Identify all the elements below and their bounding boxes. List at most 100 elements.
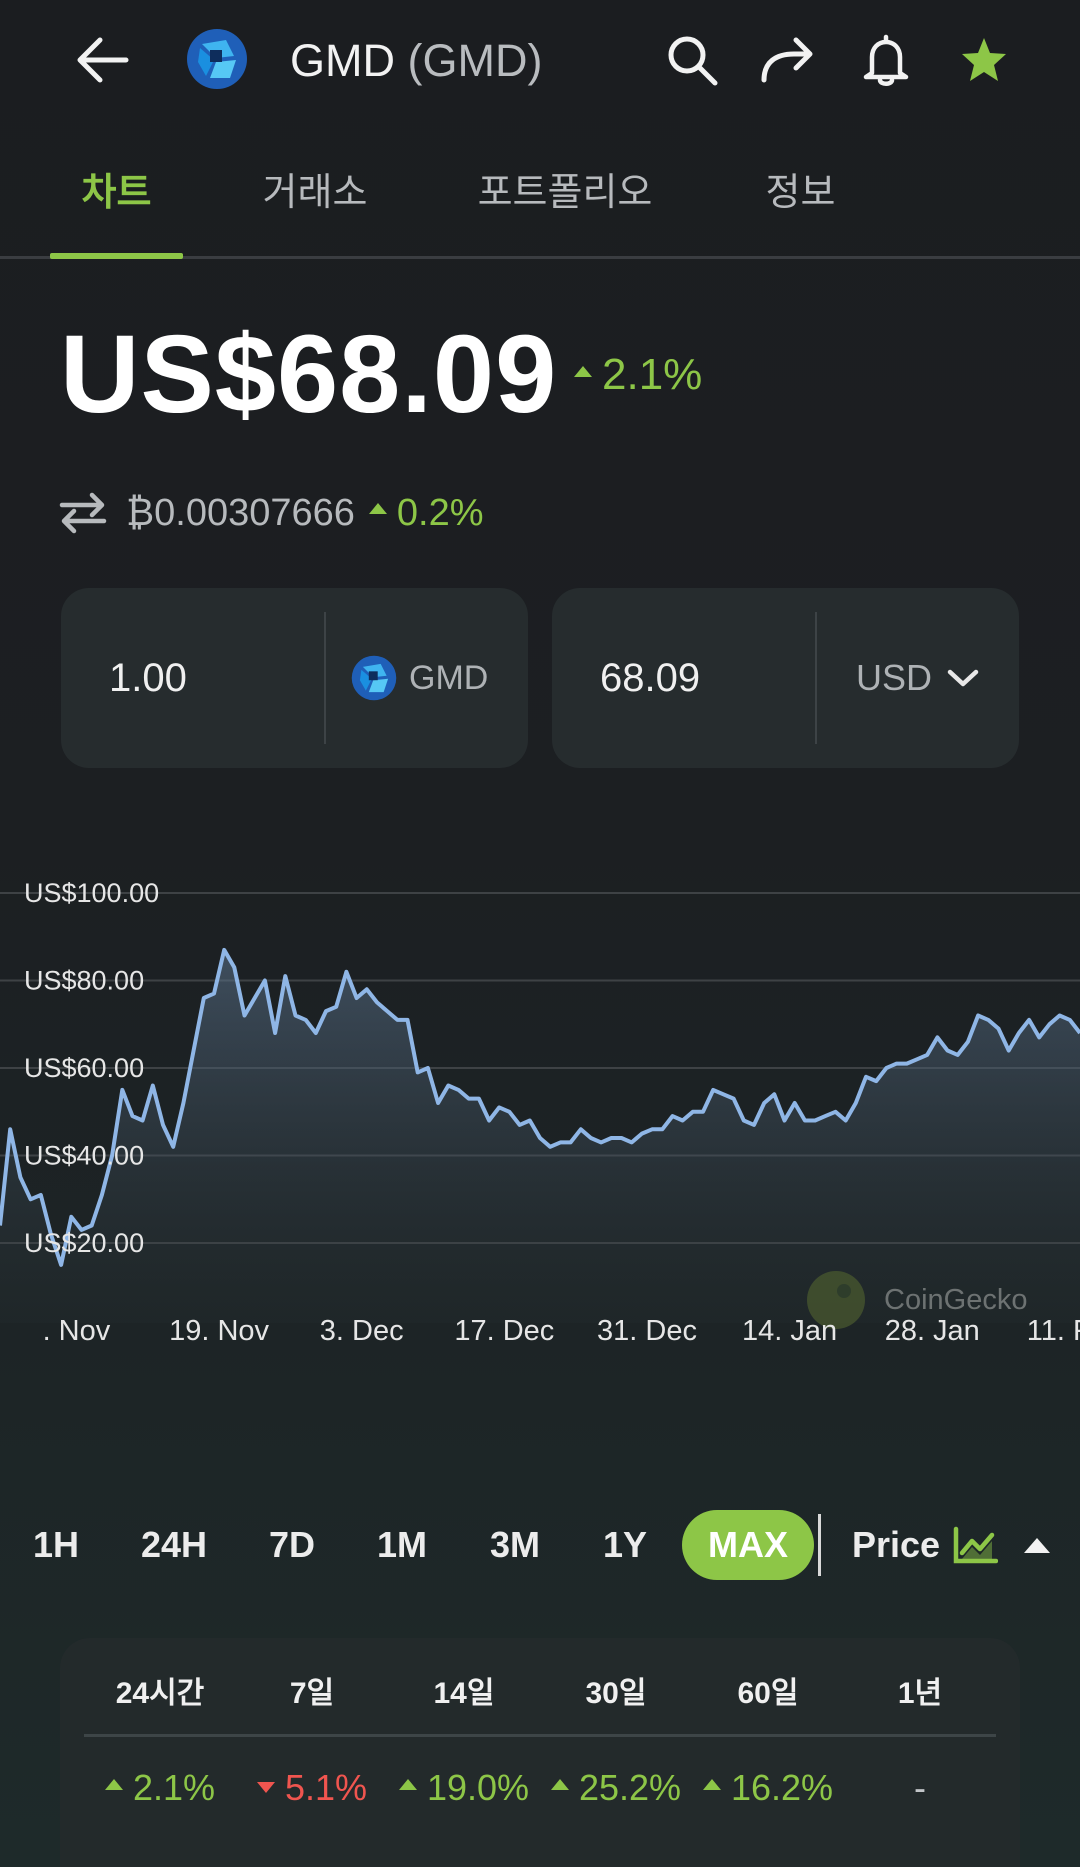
- x-tick-label: 28. Jan: [885, 1315, 980, 1347]
- change-cell-30d: 25.2%: [540, 1758, 692, 1818]
- coingecko-watermark: CoinGecko: [884, 1284, 1027, 1316]
- current-price: US$68.09: [60, 313, 558, 436]
- change-value: 16.2%: [730, 1767, 834, 1808]
- x-tick-label: 17. Dec: [454, 1315, 554, 1347]
- to-amount-input[interactable]: 68.09: [600, 588, 700, 768]
- change-cell-7d: 5.1%: [236, 1758, 388, 1818]
- tab-info[interactable]: 정보: [748, 148, 853, 256]
- triangle-up-icon: [550, 1778, 569, 1790]
- share-button[interactable]: [756, 28, 820, 92]
- bell-icon: [863, 34, 909, 86]
- btc-price: ₿0.00307666: [126, 491, 355, 534]
- arrow-left-icon: [77, 37, 129, 83]
- gmd-logo-icon: [187, 29, 247, 89]
- currency-select[interactable]: USD: [856, 588, 980, 768]
- price-change-value: 2.1%: [602, 350, 703, 399]
- btc-change-value: 0.2%: [396, 491, 484, 534]
- chevron-down-icon: [947, 669, 979, 687]
- converter-from: 1.00 GMD: [61, 588, 528, 768]
- change-cell-60d: 16.2%: [692, 1758, 844, 1818]
- change-value: 19.0%: [426, 1767, 530, 1808]
- tab-exchanges[interactable]: 거래소: [250, 148, 380, 256]
- from-amount-input[interactable]: 1.00: [109, 588, 187, 768]
- table-divider: [84, 1734, 996, 1737]
- change-value: 2.1%: [132, 1767, 216, 1808]
- y-tick-label: US$60.00: [24, 1053, 144, 1083]
- to-unit-label: USD: [856, 657, 933, 698]
- x-tick-label: 3. Dec: [320, 1315, 404, 1347]
- y-tick-label: US$80.00: [24, 966, 144, 996]
- price-chart[interactable]: US$100.00 US$80.00 US$60.00 US$40.00 US$20.0…: [0, 860, 1080, 1360]
- x-tick-label: 31. Dec: [597, 1315, 697, 1347]
- triangle-up-icon: [702, 1778, 721, 1790]
- coin-title: GMD (GMD): [290, 30, 542, 92]
- range-24h-button[interactable]: 24H: [122, 1510, 226, 1580]
- back-button[interactable]: [70, 28, 134, 92]
- tab-exchanges-label: 거래소: [262, 172, 368, 214]
- caret-up-icon: [1024, 1538, 1051, 1553]
- metric-label: Price: [852, 1524, 941, 1565]
- tab-portfolio-label: 포트폴리오: [477, 172, 653, 214]
- change-value: 5.1%: [284, 1767, 368, 1808]
- coin-detail-screen: GMD (GMD) 차트 거래소 포트폴리오 정보 US$68.09 2.1% …: [0, 0, 1080, 1867]
- tab-info-label: 정보: [765, 172, 836, 214]
- triangle-up-icon: [368, 502, 387, 514]
- table-row: 2.1% 5.1% 19.0% 25.2% 16.2% -: [84, 1758, 996, 1818]
- change-cell-24h: 2.1%: [84, 1758, 236, 1818]
- triangle-down-icon: [256, 1781, 275, 1793]
- column-header: 24시간: [115, 1677, 205, 1710]
- x-tick-label: 14. Jan: [742, 1315, 837, 1347]
- btc-change: 0.2%: [368, 491, 484, 535]
- favorite-button[interactable]: [952, 28, 1016, 92]
- triangle-up-icon: [398, 1778, 417, 1790]
- triangle-up-icon: [104, 1778, 123, 1790]
- change-cell-1y: -: [844, 1758, 996, 1818]
- column-header: 14일: [433, 1677, 495, 1710]
- coin-symbol: (GMD): [407, 35, 543, 86]
- range-3m-button[interactable]: 3M: [474, 1510, 556, 1580]
- y-tick-label: US$40.00: [24, 1141, 144, 1171]
- price-change-24h: 2.1%: [574, 350, 702, 400]
- converter-divider: [815, 612, 817, 744]
- gmd-logo-icon: [351, 655, 397, 701]
- converter-divider: [324, 612, 326, 744]
- column-header: 1년: [897, 1677, 943, 1710]
- y-tick-label: US$100.00: [24, 878, 159, 908]
- range-1h-button[interactable]: 1H: [20, 1510, 92, 1580]
- from-unit-label: GMD: [409, 658, 489, 697]
- from-unit: GMD: [351, 588, 488, 768]
- column-header: 30일: [585, 1677, 647, 1710]
- price-change-table: 24시간 7일 14일 30일 60일 1년 2.1% 5.1% 19.0% 2…: [60, 1638, 1020, 1867]
- range-1m-button[interactable]: 1M: [362, 1510, 442, 1580]
- alert-button[interactable]: [854, 28, 918, 92]
- converter-to: 68.09 USD: [552, 588, 1019, 768]
- tab-chart[interactable]: 차트: [50, 148, 183, 259]
- app-header: GMD (GMD): [0, 0, 1080, 120]
- change-value: 25.2%: [578, 1767, 682, 1808]
- range-7d-button[interactable]: 7D: [252, 1510, 332, 1580]
- coin-name: GMD: [290, 35, 395, 86]
- tab-chart-label: 차트: [81, 172, 152, 214]
- column-header: 7일: [289, 1677, 335, 1710]
- y-tick-label: US$20.00: [24, 1228, 144, 1258]
- range-max-button[interactable]: MAX: [682, 1510, 814, 1580]
- table-header-row: 24시간 7일 14일 30일 60일 1년: [84, 1666, 996, 1722]
- column-header: 60일: [737, 1677, 799, 1710]
- swap-arrows-icon[interactable]: [58, 491, 108, 535]
- line-chart-icon: [953, 1526, 999, 1564]
- btc-price-row: ₿0.00307666 0.2%: [58, 485, 484, 541]
- triangle-up-icon: [574, 365, 592, 377]
- search-icon: [668, 36, 718, 86]
- x-tick-label: 11. Feb: [1027, 1315, 1080, 1347]
- share-arrow-icon: [761, 37, 813, 83]
- range-1y-button[interactable]: 1Y: [590, 1510, 660, 1580]
- change-cell-14d: 19.0%: [388, 1758, 540, 1818]
- range-separator: [818, 1514, 821, 1576]
- change-value: -: [914, 1767, 926, 1808]
- star-filled-icon: [962, 38, 1006, 81]
- x-tick-label: 19. Nov: [169, 1315, 269, 1347]
- search-button[interactable]: [660, 28, 724, 92]
- tab-bar: 차트 거래소 포트폴리오 정보: [0, 148, 1080, 259]
- metric-toggle[interactable]: Price: [852, 1510, 1052, 1580]
- tab-portfolio[interactable]: 포트폴리오: [460, 148, 670, 256]
